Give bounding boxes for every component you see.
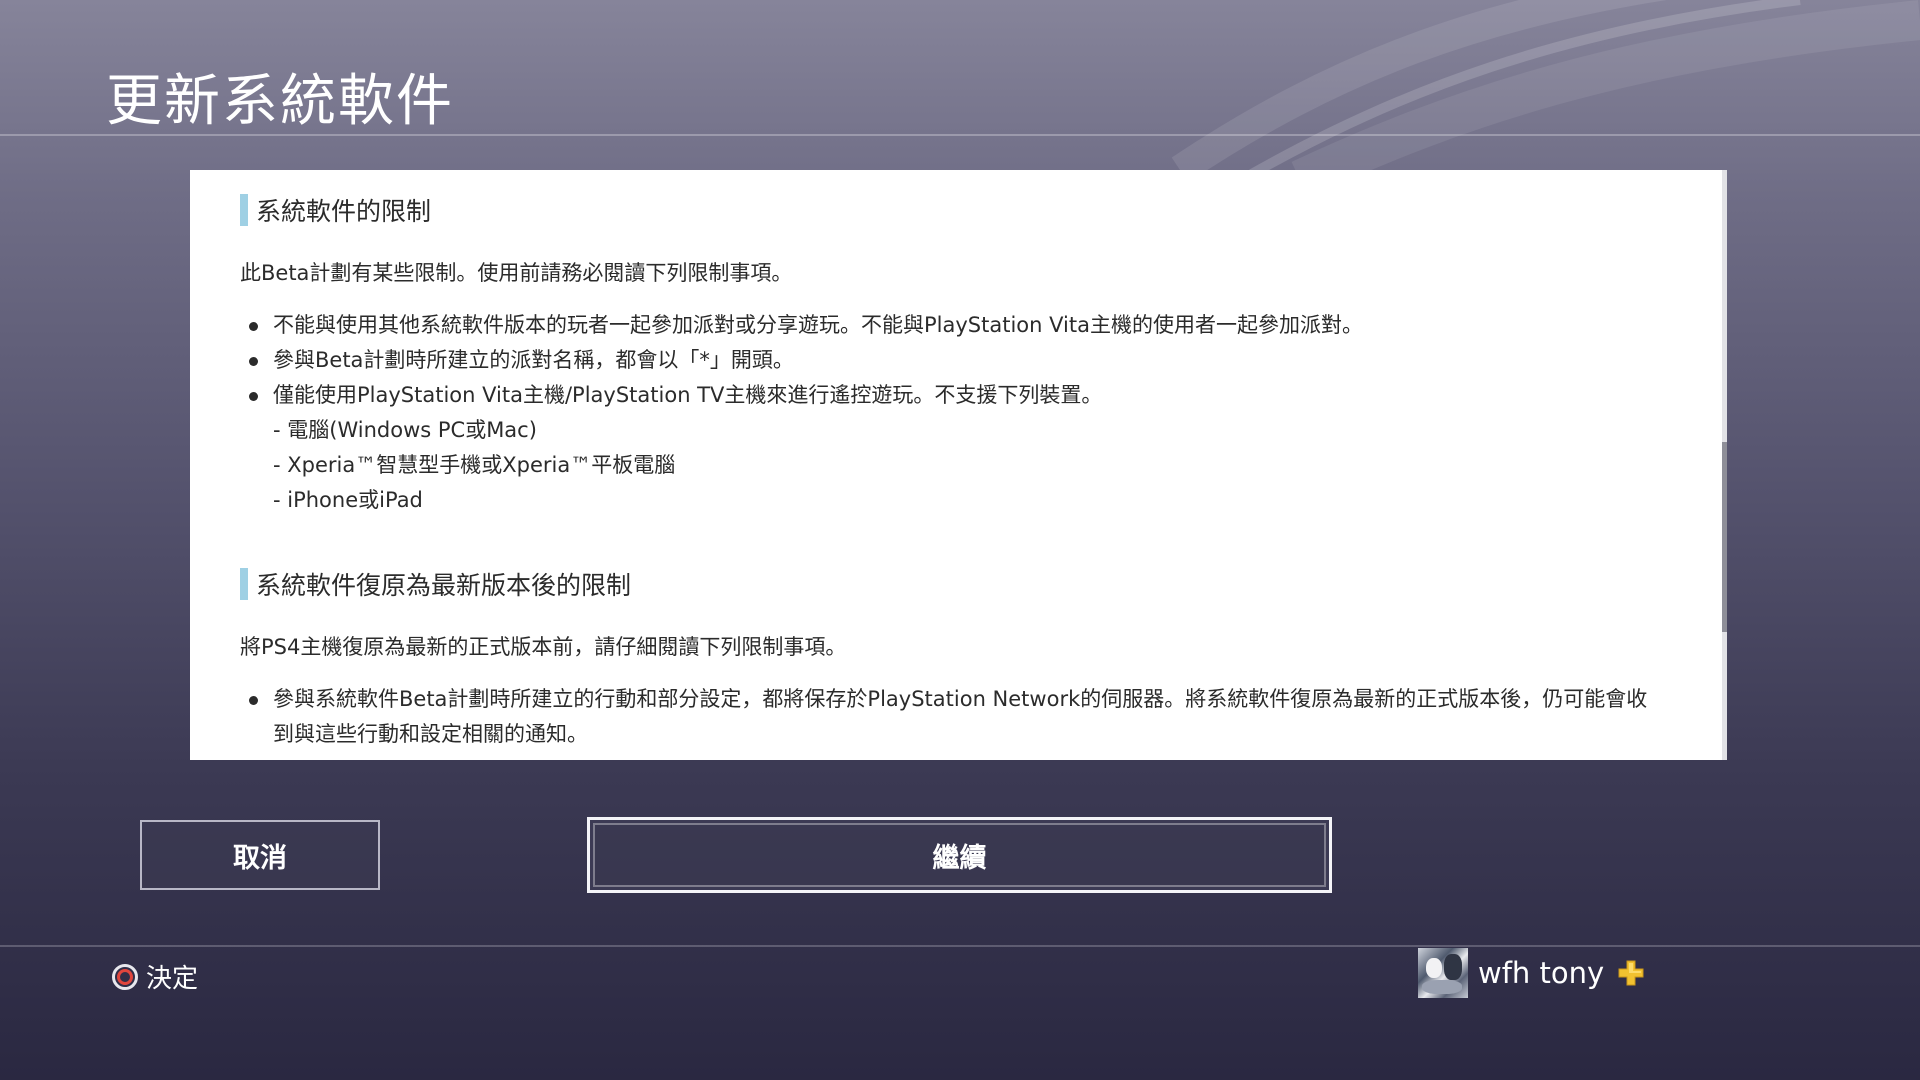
continue-button[interactable]: 繼續 [587,817,1332,893]
footer-divider [0,945,1920,947]
heading-accent-bar [240,568,248,600]
playstation-plus-icon [1618,960,1644,986]
unsupported-device-item: - iPhone或iPad [273,488,423,512]
list-item: 僅能使用PlayStation Vita主機/PlayStation TV主機來… [240,378,1666,413]
page-title: 更新系統軟件 [106,69,454,134]
scrollbar-thumb[interactable] [1722,442,1727,632]
list-item: 參與系統軟件Beta計劃時所建立的行動和部分設定，都將保存於PlayStatio… [240,682,1666,752]
unsupported-device-item: - Xperia™智慧型手機或Xperia™平板電腦 [273,453,676,477]
cancel-button[interactable]: 取消 [140,820,380,890]
section-heading-text: 系統軟件復原為最新版本後的限制 [256,571,632,600]
heading-accent-bar [240,194,248,226]
bullet-icon [249,322,258,331]
bullet-icon [249,392,258,401]
restrictions-list: 不能與使用其他系統軟件版本的玩者一起參加派對或分享遊玩。不能與PlayStati… [240,308,1666,413]
list-item-text: 參與系統軟件Beta計劃時所建立的行動和部分設定，都將保存於PlayStatio… [273,687,1648,746]
restore-restrictions-list: 參與系統軟件Beta計劃時所建立的行動和部分設定，都將保存於PlayStatio… [240,682,1666,752]
circle-button-icon [112,963,138,990]
list-item-text: 僅能使用PlayStation Vita主機/PlayStation TV主機來… [273,383,1103,407]
panel-scrollbar[interactable] [1722,170,1727,760]
list-item-text: 不能與使用其他系統軟件版本的玩者一起參加派對或分享遊玩。不能與PlayStati… [273,313,1363,337]
username: wfh tony [1478,956,1605,990]
list-item-text: 參與Beta計劃時所建立的派對名稱，都會以「*」開頭。 [273,348,794,372]
section-intro: 將PS4主機復原為最新的正式版本前，請仔細閱讀下列限制事項。 [240,635,847,659]
user-profile: wfh tony [1418,948,1644,998]
list-item: 不能與使用其他系統軟件版本的玩者一起參加派對或分享遊玩。不能與PlayStati… [240,308,1666,343]
confirm-hint-label: 決定 [146,964,199,994]
confirm-hint: 決定 [112,958,198,995]
bullet-icon [249,357,258,366]
bullet-icon [249,696,258,705]
unsupported-device-item: - 電腦(Windows PC或Mac) [273,418,537,442]
section-intro: 此Beta計劃有某些限制。使用前請務必閱讀下列限制事項。 [240,261,793,285]
avatar [1418,948,1468,998]
circle-button-inner [117,968,133,985]
section-heading-system-restrictions: 系統軟件的限制 [240,192,1666,228]
list-item: 參與Beta計劃時所建立的派對名稱，都會以「*」開頭。 [240,343,1666,378]
section-heading-text: 系統軟件的限制 [256,197,432,226]
section-heading-restore-restrictions: 系統軟件復原為最新版本後的限制 [240,566,1666,602]
restrictions-panel[interactable]: 系統軟件的限制 此Beta計劃有某些限制。使用前請務必閱讀下列限制事項。 不能與… [190,170,1726,760]
panel-content: 系統軟件的限制 此Beta計劃有某些限制。使用前請務必閱讀下列限制事項。 不能與… [190,170,1726,752]
header-divider [0,134,1920,136]
